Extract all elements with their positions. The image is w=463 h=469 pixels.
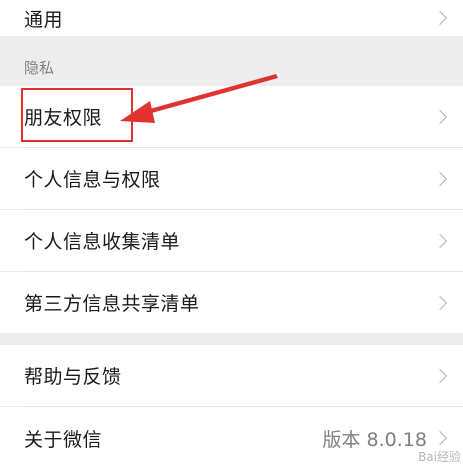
settings-item-third-party-sharing[interactable]: 第三方信息共享清单 [0, 272, 463, 333]
settings-item-label: 个人信息收集清单 [24, 231, 181, 253]
settings-item-label: 朋友权限 [24, 107, 103, 129]
settings-item-personal-info-collection[interactable]: 个人信息收集清单 [0, 210, 463, 271]
settings-item-about-wechat[interactable]: 关于微信 版本 8.0.18 [0, 407, 463, 469]
section-header-privacy: 隐私 [0, 48, 463, 86]
settings-page: 通用 隐私 朋友权限 个人信息与权限 个人信息收集清单 第三方信息共享清单 帮助… [0, 0, 463, 469]
chevron-right-icon [432, 295, 448, 310]
version-value: 版本 8.0.18 [322, 428, 427, 451]
settings-item-help-feedback[interactable]: 帮助与反馈 [0, 345, 463, 406]
settings-item-label: 帮助与反馈 [24, 366, 122, 388]
chevron-right-icon [432, 171, 448, 186]
chevron-right-icon [432, 10, 448, 26]
settings-item-friend-permissions[interactable]: 朋友权限 [0, 86, 463, 147]
section-title: 隐私 [24, 58, 55, 77]
settings-item-label: 第三方信息共享清单 [24, 293, 200, 315]
chevron-right-icon [432, 368, 448, 383]
chevron-right-icon [432, 109, 448, 124]
chevron-right-icon [432, 430, 448, 446]
chevron-right-icon [432, 233, 448, 248]
settings-item-label: 个人信息与权限 [24, 169, 161, 191]
settings-item-general[interactable]: 通用 [0, 0, 463, 36]
settings-item-label: 关于微信 [24, 428, 103, 451]
settings-item-personal-info-permissions[interactable]: 个人信息与权限 [0, 148, 463, 209]
settings-item-label: 通用 [24, 8, 64, 31]
